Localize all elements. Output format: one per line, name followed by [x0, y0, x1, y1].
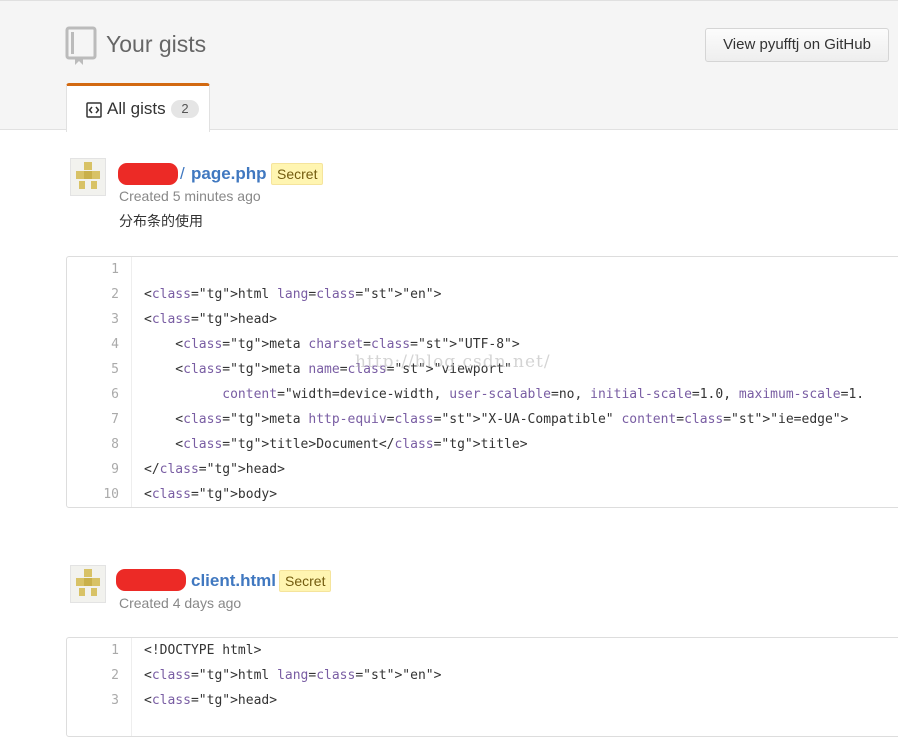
- avatar[interactable]: [70, 565, 106, 603]
- line-code: content="width=device-width, user-scalab…: [222, 387, 865, 402]
- code-line: 7 <class="tg">meta http-equiv=class="st"…: [67, 407, 898, 432]
- line-code: <class="tg">head>: [144, 693, 278, 708]
- line-number: 7: [111, 412, 119, 427]
- watermark: http://blog.csdn.net/: [355, 352, 551, 372]
- view-on-github-button[interactable]: View pyufftj on GitHub: [705, 28, 889, 62]
- gist-description: 分布条的使用: [119, 214, 203, 230]
- code-preview[interactable]: 1 2 <class="tg">html lang=class="st">"en"…: [66, 256, 898, 508]
- line-number: 6: [111, 387, 119, 402]
- identicon-icon: [76, 569, 100, 596]
- redacted-username: [118, 163, 178, 185]
- line-number: 10: [103, 487, 119, 502]
- line-code: <class="tg">meta http-equiv=class="st">"…: [144, 412, 849, 427]
- line-number: 2: [111, 668, 119, 683]
- page-title: Your gists: [106, 31, 207, 57]
- gist-title-link[interactable]: page.php: [191, 164, 267, 184]
- page-header: Your gists View pyufftj on GitHub All gi…: [0, 0, 898, 132]
- line-code: <class="tg">html lang=class="st">"en">: [144, 668, 442, 683]
- tab-all-gists[interactable]: All gists 2: [66, 83, 210, 132]
- tab-label: All gists: [107, 99, 166, 118]
- line-number: 3: [111, 693, 119, 708]
- line-number: 2: [111, 287, 119, 302]
- line-code: <class="tg">body>: [144, 487, 278, 502]
- code-line: 6 content="width=device-width, user-scal…: [67, 382, 898, 407]
- line-code: <class="tg">title>Document</class="tg">t…: [144, 437, 528, 452]
- gist-title-link[interactable]: client.html: [191, 571, 276, 591]
- line-number: 3: [111, 312, 119, 327]
- owner-separator: /: [180, 164, 185, 183]
- code-preview[interactable]: 1 <!DOCTYPE html> 2 <class="tg">html lang=…: [66, 637, 898, 737]
- line-code: <class="tg">head>: [144, 312, 278, 327]
- code-line: 8 <class="tg">title>Document</class="tg"…: [67, 432, 898, 457]
- avatar[interactable]: [70, 158, 106, 196]
- code-line: 2 <class="tg">html lang=class="st">"en">: [67, 663, 898, 688]
- created-time: Created 5 minutes ago: [119, 188, 261, 204]
- secret-badge: Secret: [279, 570, 332, 592]
- line-number: 9: [111, 462, 119, 477]
- code-line: 3 <class="tg">head>: [67, 688, 898, 713]
- line-number: 5: [111, 362, 119, 377]
- gist-book-icon: [65, 26, 97, 65]
- created-time: Created 4 days ago: [119, 595, 242, 611]
- code-square-icon: [86, 102, 102, 118]
- code-line: 1 <!DOCTYPE html>: [67, 638, 898, 663]
- code-line: 9 </class="tg">head>: [67, 457, 898, 482]
- redacted-username: [116, 569, 186, 591]
- line-code: <!DOCTYPE html>: [144, 643, 262, 658]
- code-line: 1: [67, 257, 898, 282]
- code-line: 10 <class="tg">body>: [67, 482, 898, 507]
- code-line: 2 <class="tg">html lang=class="st">"en">: [67, 282, 898, 307]
- gist-count-badge: 2: [171, 100, 199, 118]
- line-number: 1: [111, 262, 119, 277]
- secret-badge: Secret: [271, 163, 324, 185]
- line-number: 1: [111, 643, 119, 658]
- identicon-icon: [76, 162, 100, 189]
- line-code: </class="tg">head>: [144, 462, 285, 477]
- line-number: 4: [111, 337, 119, 352]
- code-line: 3 <class="tg">head>: [67, 307, 898, 332]
- line-code: <class="tg">html lang=class="st">"en">: [144, 287, 442, 302]
- line-number: 8: [111, 437, 119, 452]
